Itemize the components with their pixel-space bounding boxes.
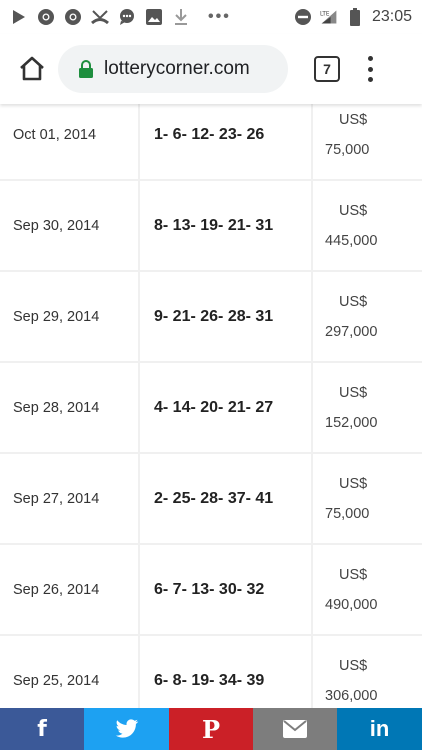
draw-date: Sep 30, 2014 (0, 181, 138, 270)
draw-date: Oct 01, 2014 (0, 104, 138, 179)
jackpot-amount: 75,000 (325, 505, 370, 522)
table-row: Sep 28, 2014 4- 14- 20- 21- 27 US$ 152,0… (0, 363, 422, 454)
jackpot-amount: 297,000 (325, 323, 378, 340)
table-row: Sep 25, 2014 6- 8- 19- 34- 39 US$ 306,00… (0, 636, 422, 708)
chrome-icon (64, 8, 82, 26)
pinterest-icon: P (201, 714, 221, 744)
more-dots-icon: ••• (208, 8, 231, 25)
share-bar: f P in (0, 708, 422, 750)
results-table: Oct 01, 2014 1- 6- 12- 23- 26 US$ 75,000… (0, 104, 422, 708)
draw-date: Sep 28, 2014 (0, 363, 138, 452)
url-bar[interactable]: lotterycorner.com (58, 45, 288, 93)
currency-label: US$ (339, 475, 368, 492)
winning-numbers: 2- 25- 28- 37- 41 (140, 454, 311, 543)
jackpot-amount: 490,000 (325, 596, 378, 613)
table-row: Sep 27, 2014 2- 25- 28- 37- 41 US$ 75,00… (0, 454, 422, 545)
menu-dot (367, 77, 373, 82)
linkedin-share-button[interactable]: in (337, 708, 422, 750)
currency-label: US$ (339, 111, 368, 128)
winning-numbers: 1- 6- 12- 23- 26 (140, 104, 311, 179)
jackpot-amount: 75,000 (325, 141, 370, 158)
currency-label: US$ (339, 293, 368, 310)
svg-text:LTE: LTE (320, 11, 330, 17)
image-icon (145, 8, 163, 26)
chat-icon (118, 8, 136, 26)
menu-dot (367, 56, 373, 61)
email-icon (283, 720, 307, 738)
currency-label: US$ (339, 566, 368, 583)
play-icon (10, 8, 28, 26)
tab-switcher-button[interactable]: 7 (314, 56, 340, 82)
draw-date: Sep 25, 2014 (0, 636, 138, 708)
facebook-icon: f (37, 716, 47, 742)
overflow-menu-button[interactable] (366, 56, 374, 82)
currency-label: US$ (339, 202, 368, 219)
jackpot-amount: 306,000 (325, 687, 378, 704)
table-row: Sep 30, 2014 8- 13- 19- 21- 31 US$ 445,0… (0, 181, 422, 272)
table-row: Sep 29, 2014 9- 21- 26- 28- 31 US$ 297,0… (0, 272, 422, 363)
winning-numbers: 4- 14- 20- 21- 27 (140, 363, 311, 452)
download-icon (172, 8, 190, 26)
jackpot-cell: US$ 445,000 (313, 181, 422, 270)
winning-numbers: 8- 13- 19- 21- 31 (140, 181, 311, 270)
jackpot-amount: 445,000 (325, 232, 378, 249)
lock-icon (79, 60, 93, 78)
draw-date: Sep 27, 2014 (0, 454, 138, 543)
home-icon (20, 56, 44, 81)
jackpot-cell: US$ 75,000 (313, 104, 422, 179)
twitter-share-button[interactable] (84, 708, 169, 750)
url-text: lotterycorner.com (104, 58, 250, 79)
winning-numbers: 6- 8- 19- 34- 39 (140, 636, 311, 708)
clock: 23:05 (371, 8, 412, 25)
browser-toolbar: lotterycorner.com 7 (0, 34, 422, 104)
menu-dot (367, 66, 373, 72)
twitter-icon (115, 719, 138, 738)
currency-label: US$ (339, 657, 368, 674)
winning-numbers: 6- 7- 13- 30- 32 (140, 545, 311, 634)
missed-call-icon (91, 8, 109, 26)
do-not-disturb-icon (294, 8, 312, 26)
draw-date: Sep 29, 2014 (0, 272, 138, 361)
currency-label: US$ (339, 384, 368, 401)
signal-icon: LTE (320, 8, 338, 26)
status-bar: ••• LTE 23:05 (0, 0, 422, 34)
jackpot-cell: US$ 75,000 (313, 454, 422, 543)
table-row: Oct 01, 2014 1- 6- 12- 23- 26 US$ 75,000 (0, 104, 422, 181)
chrome-icon (37, 8, 55, 26)
battery-icon (346, 8, 364, 26)
draw-date: Sep 26, 2014 (0, 545, 138, 634)
jackpot-cell: US$ 297,000 (313, 272, 422, 361)
pinterest-share-button[interactable]: P (169, 708, 253, 750)
email-share-button[interactable] (253, 708, 337, 750)
jackpot-cell: US$ 490,000 (313, 545, 422, 634)
table-row: Sep 26, 2014 6- 7- 13- 30- 32 US$ 490,00… (0, 545, 422, 636)
linkedin-icon: in (369, 716, 390, 741)
winning-numbers: 9- 21- 26- 28- 31 (140, 272, 311, 361)
home-button[interactable] (12, 49, 52, 89)
tab-count: 7 (323, 61, 331, 77)
facebook-share-button[interactable]: f (0, 708, 84, 750)
jackpot-amount: 152,000 (325, 414, 378, 431)
jackpot-cell: US$ 306,000 (313, 636, 422, 708)
jackpot-cell: US$ 152,000 (313, 363, 422, 452)
